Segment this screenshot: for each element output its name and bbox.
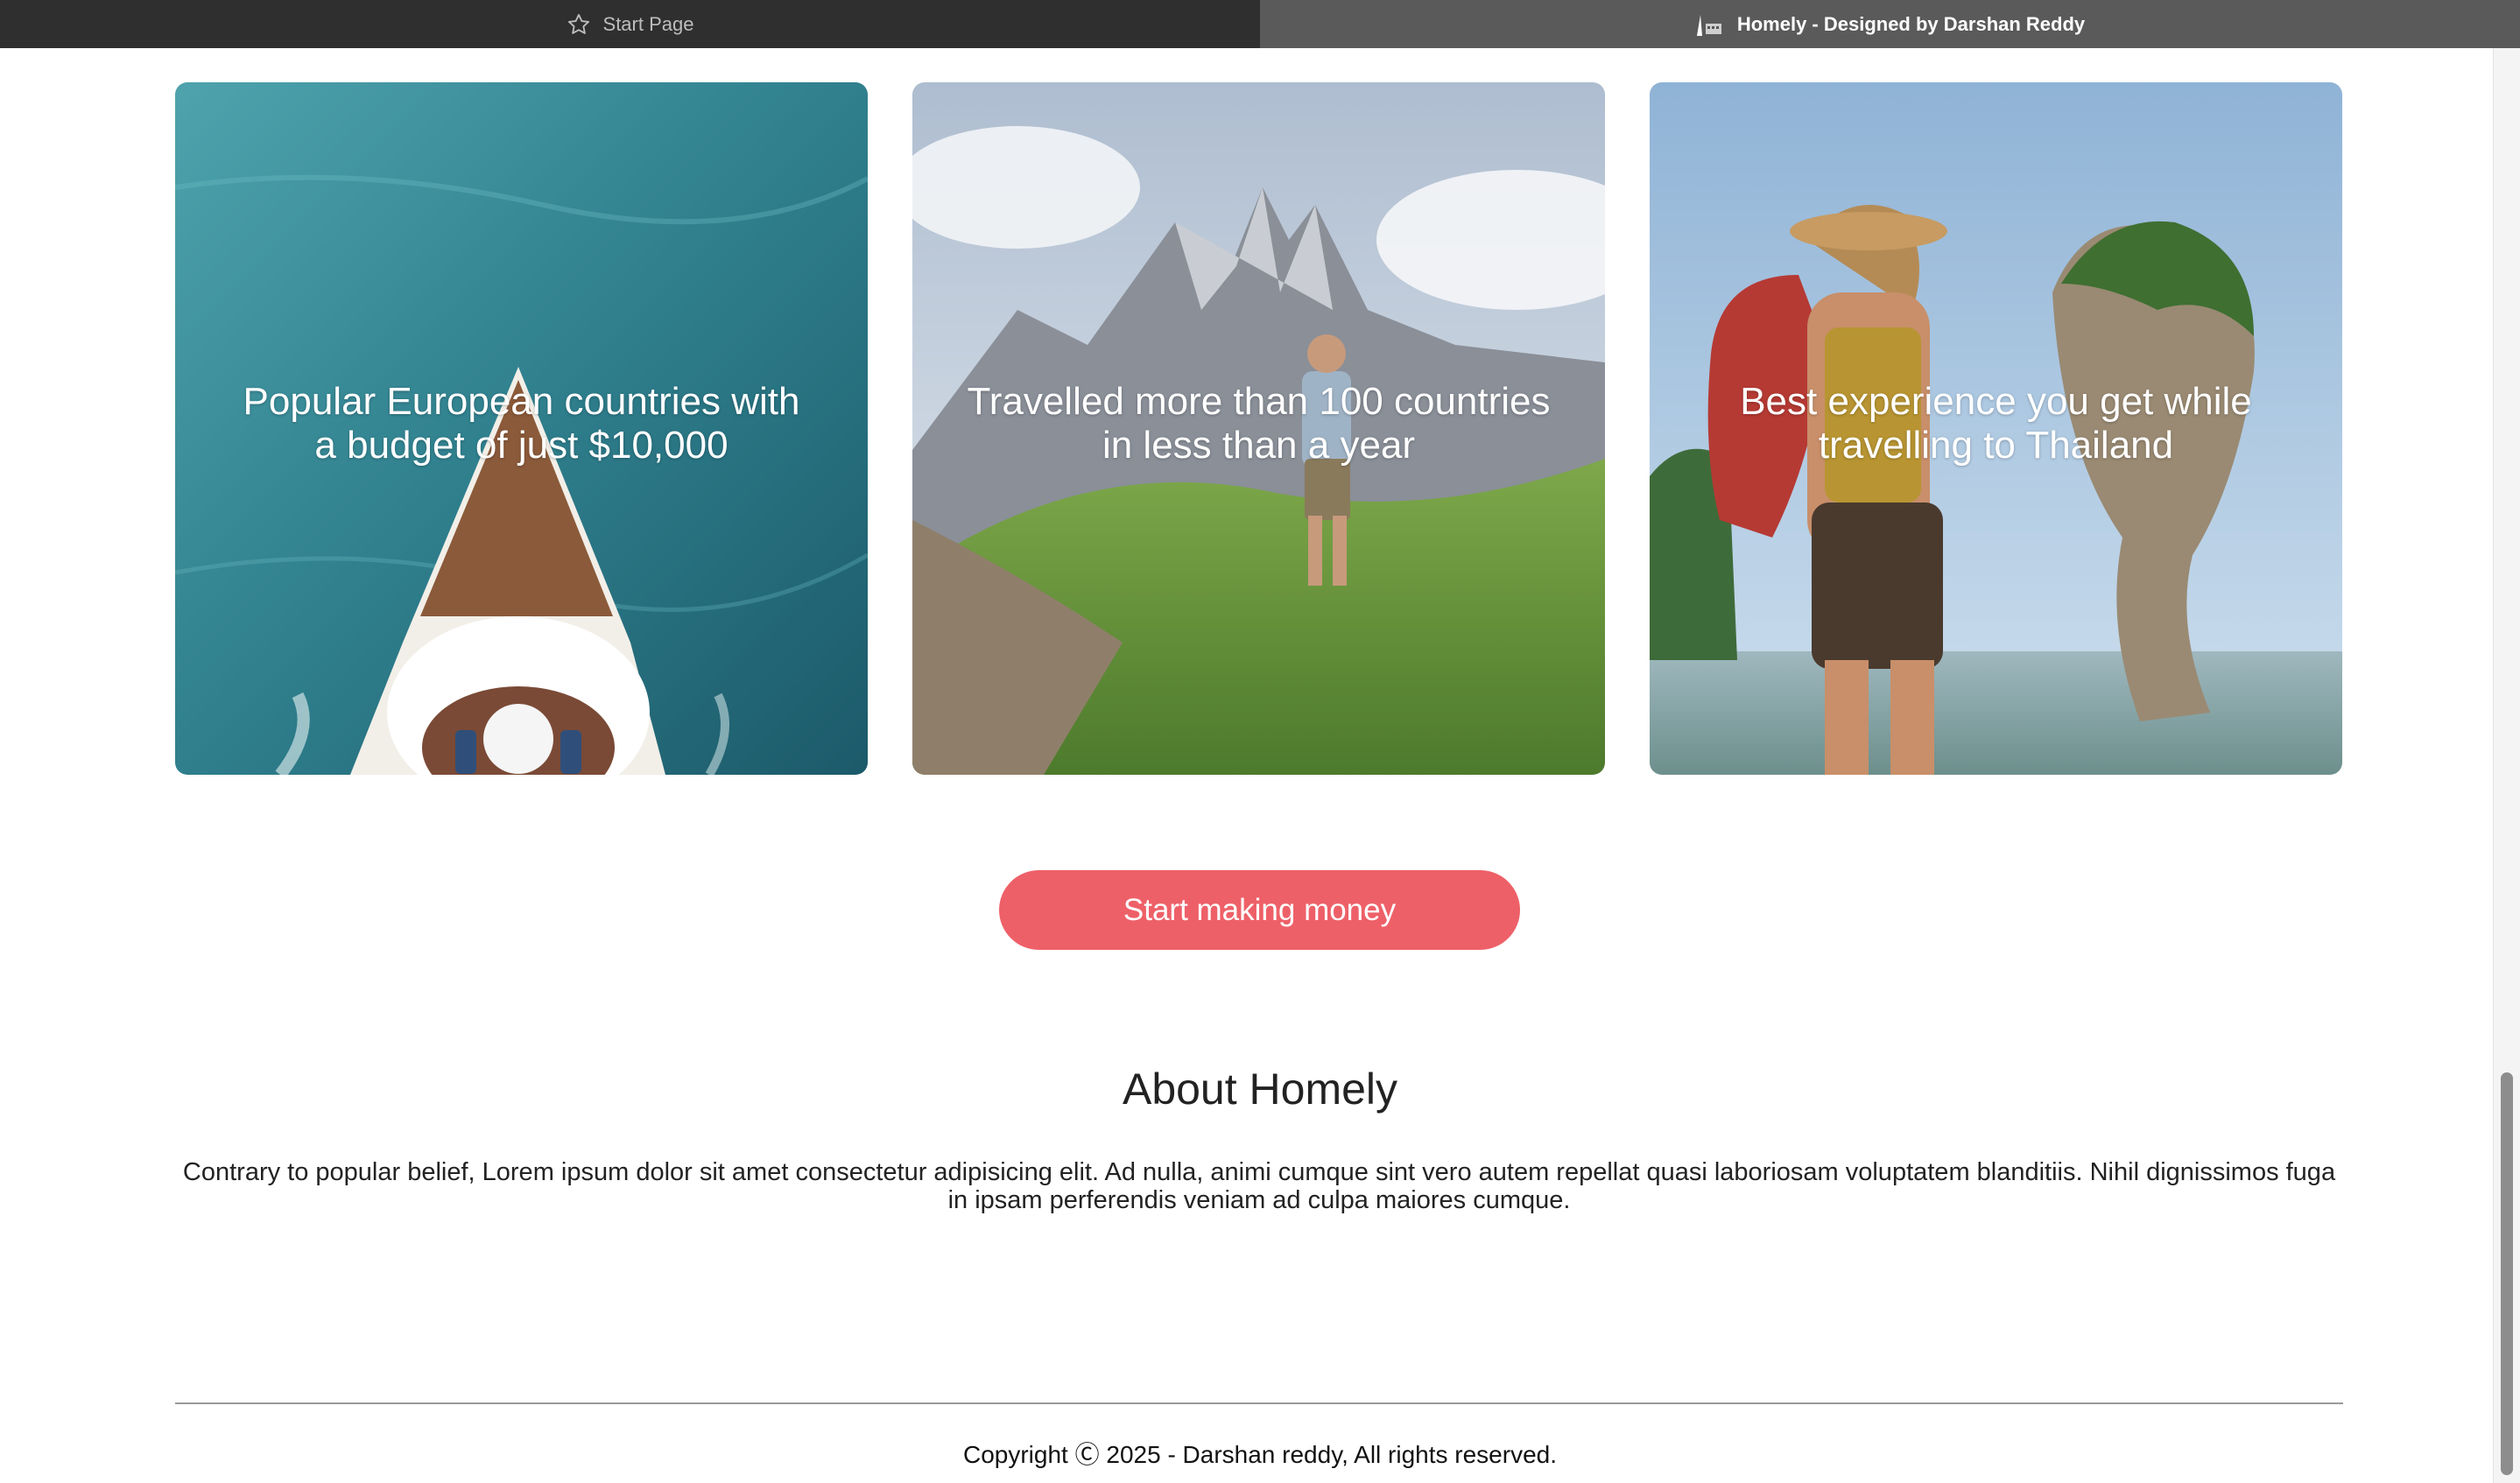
start-making-money-button[interactable]: Start making money bbox=[999, 870, 1520, 950]
travel-card-countries[interactable]: Travelled more than 100 countries in les… bbox=[912, 82, 1605, 775]
scrollbar-thumb[interactable] bbox=[2501, 1072, 2513, 1475]
copyright-text: Copyright Ⓒ 2025 - Darshan reddy, All ri… bbox=[962, 1441, 1558, 1468]
page-scrollbar[interactable] bbox=[2493, 48, 2520, 1483]
tab-label: Start Page bbox=[602, 12, 694, 35]
site-favicon-icon bbox=[1695, 11, 1725, 38]
star-icon bbox=[567, 12, 591, 37]
footer-divider bbox=[175, 1402, 2343, 1404]
browser-tab-bar: Start Page Homely - Designed by Darshan … bbox=[0, 0, 2520, 48]
card-caption: Travelled more than 100 countries in les… bbox=[967, 380, 1551, 467]
travel-card-europe[interactable]: Popular European countries with a budget… bbox=[175, 82, 868, 775]
travel-card-thailand[interactable]: Best experience you get while travelling… bbox=[1650, 82, 2342, 775]
travel-card-grid: Popular European countries with a budget… bbox=[175, 82, 2343, 775]
tab-label: Homely - Designed by Darshan Reddy bbox=[1736, 12, 2086, 35]
about-title: About Homely bbox=[1122, 1065, 1398, 1114]
tab-homely[interactable]: Homely - Designed by Darshan Reddy bbox=[1260, 0, 2520, 48]
tab-start-page[interactable]: Start Page bbox=[0, 0, 1260, 48]
card-caption: Best experience you get while travelling… bbox=[1740, 380, 2252, 467]
about-text: Contrary to popular belief, Lorem ipsum … bbox=[182, 1158, 2336, 1214]
card-caption: Popular European countries with a budget… bbox=[243, 380, 800, 467]
